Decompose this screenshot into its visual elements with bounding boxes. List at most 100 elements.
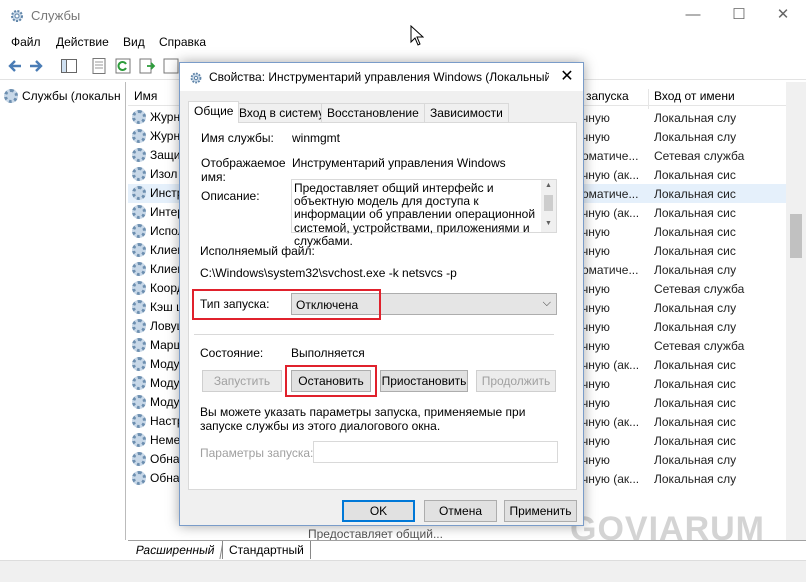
- service-gear-icon: [132, 205, 146, 219]
- chevron-down-icon: ⌵: [542, 297, 551, 309]
- menu-action[interactable]: Действие: [56, 35, 109, 49]
- service-gear-icon: [132, 186, 146, 200]
- service-name: Марш: [132, 338, 183, 352]
- vertical-scrollbar[interactable]: [786, 82, 806, 540]
- ok-button[interactable]: OK: [342, 500, 415, 522]
- service-gear-icon: [132, 319, 146, 333]
- startup-type-cell: чную: [582, 301, 610, 315]
- description-box[interactable]: Предоставляет общий интерфейс и объектну…: [291, 179, 557, 247]
- tree-item-services[interactable]: Службы (локальн: [4, 88, 124, 104]
- tab-logon[interactable]: Вход в систему: [233, 103, 331, 122]
- startup-type-cell: чную: [582, 244, 610, 258]
- status-value: Выполняется: [291, 346, 365, 360]
- minimize-button[interactable]: —: [670, 0, 716, 31]
- properties-icon[interactable]: [90, 57, 108, 75]
- logon-cell: Локальная сис: [654, 415, 736, 429]
- logon-cell: Локальная слу: [654, 453, 737, 467]
- service-name: Интер: [132, 205, 184, 219]
- service-name: Клиен: [132, 262, 184, 276]
- executable-path: C:\Windows\system32\svchost.exe -k netsv…: [200, 266, 457, 280]
- menubar: Файл Действие Вид Справка: [0, 31, 806, 53]
- service-name-text: Обна: [150, 452, 180, 466]
- logon-cell: Локальная сис: [654, 187, 736, 201]
- help-icon[interactable]: [162, 57, 180, 75]
- service-gear-icon: [132, 452, 146, 466]
- service-name: Неме: [132, 433, 180, 447]
- logon-cell: Сетевая служба: [654, 149, 745, 163]
- service-name-text: Неме: [150, 433, 181, 447]
- service-name: Обна: [132, 452, 180, 466]
- service-gear-icon: [132, 224, 146, 238]
- description-scrollbar[interactable]: ▲ ▼: [541, 180, 556, 232]
- scrollbar-thumb[interactable]: [544, 195, 553, 211]
- tab-recovery[interactable]: Восстановление: [321, 103, 425, 122]
- forward-arrow-icon[interactable]: [27, 57, 45, 75]
- service-gear-icon: [132, 167, 146, 181]
- service-name-text: Моду: [150, 357, 180, 371]
- status-bar: [0, 560, 806, 582]
- service-name: Обна: [132, 471, 180, 485]
- start-params-input[interactable]: [313, 441, 558, 463]
- service-name: Моду: [132, 376, 180, 390]
- close-window-button[interactable]: ✕: [760, 0, 806, 31]
- startup-type-cell: чную: [582, 396, 610, 410]
- scroll-down-icon[interactable]: ▼: [545, 220, 552, 227]
- logon-cell: Локальная сис: [654, 358, 736, 372]
- service-name-text: Обна: [150, 471, 180, 485]
- service-name: Инстр: [132, 186, 183, 200]
- service-gear-icon: [132, 281, 146, 295]
- logon-cell: Локальная сис: [654, 377, 736, 391]
- window-titlebar: Службы — ☐ ✕: [0, 0, 806, 31]
- logon-cell: Локальная слу: [654, 111, 737, 125]
- logon-cell: Сетевая служба: [654, 282, 745, 296]
- menu-file[interactable]: Файл: [11, 35, 41, 49]
- scroll-up-icon[interactable]: ▲: [545, 182, 552, 189]
- service-gear-icon: [132, 395, 146, 409]
- window-title: Службы: [31, 8, 81, 23]
- service-name: Предоставляет общий...: [308, 527, 443, 541]
- column-separator[interactable]: [648, 89, 649, 109]
- export-icon[interactable]: [138, 57, 156, 75]
- menu-help[interactable]: Справка: [159, 35, 206, 49]
- apply-button[interactable]: Применить: [504, 500, 577, 522]
- startup-type-cell: оматиче...: [582, 149, 639, 163]
- dialog-titlebar: Свойства: Инструментарий управления Wind…: [180, 63, 583, 91]
- refresh-icon[interactable]: [114, 57, 132, 75]
- column-header-name[interactable]: Имя: [134, 89, 157, 103]
- console-tree-icon[interactable]: [60, 57, 78, 75]
- service-name-text: Моду: [150, 376, 180, 390]
- cancel-button[interactable]: Отмена: [424, 500, 497, 522]
- startup-type-cell: чную: [582, 282, 610, 296]
- startup-type-cell: чную (ак...: [582, 206, 640, 220]
- service-gear-icon: [132, 300, 146, 314]
- service-name: Моду: [132, 395, 180, 409]
- tab-standard[interactable]: Стандартный: [222, 541, 311, 559]
- service-gear-icon: [132, 433, 146, 447]
- pause-button[interactable]: Приостановить: [380, 370, 468, 392]
- service-gear-icon: [132, 338, 146, 352]
- startup-type-cell: оматиче...: [582, 263, 639, 277]
- startup-type-cell: чную: [582, 225, 610, 239]
- back-arrow-icon[interactable]: [6, 57, 24, 75]
- menu-view[interactable]: Вид: [123, 35, 145, 49]
- service-name: Испол: [132, 224, 185, 238]
- dialog-close-button[interactable]: ✕: [552, 65, 582, 89]
- logon-cell: Локальная слу: [654, 472, 737, 486]
- tab-general[interactable]: Общие: [188, 101, 240, 123]
- start-params-label: Параметры запуска:: [200, 446, 314, 460]
- tab-extended[interactable]: Расширенный: [128, 541, 224, 559]
- startup-type-cell: чную: [582, 339, 610, 353]
- start-button[interactable]: Запустить: [202, 370, 282, 392]
- maximize-button[interactable]: ☐: [716, 0, 762, 31]
- status-label: Состояние:: [200, 346, 264, 360]
- logon-cell: Локальная слу: [654, 301, 737, 315]
- startup-type-cell: оматиче...: [582, 187, 639, 201]
- tab-dependencies[interactable]: Зависимости: [424, 103, 509, 122]
- column-header-startup[interactable]: запуска: [586, 89, 629, 103]
- scrollbar-thumb[interactable]: [790, 214, 802, 258]
- service-name-text: Изол: [150, 167, 178, 181]
- startup-type-cell: чную: [582, 320, 610, 334]
- service-gear-icon: [132, 414, 146, 428]
- column-header-logon[interactable]: Вход от имени: [654, 89, 735, 103]
- resume-button[interactable]: Продолжить: [476, 370, 556, 392]
